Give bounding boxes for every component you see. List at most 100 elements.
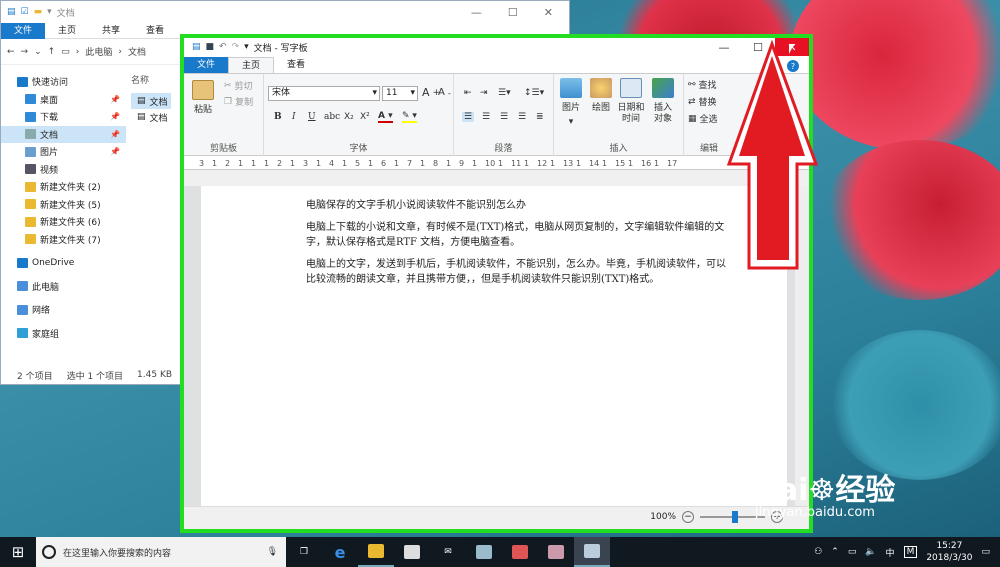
superscript-button[interactable]: X² xyxy=(360,112,370,122)
date-time-button[interactable]: 日期和时间 xyxy=(616,78,646,125)
file-row[interactable]: ▤ 文档 xyxy=(131,109,171,125)
pin-icon[interactable]: 📌 xyxy=(110,112,120,121)
ime-mode[interactable]: M xyxy=(903,546,918,558)
notification-icon[interactable]: ▭ xyxy=(981,547,990,557)
decrease-indent-button[interactable]: ⇤ xyxy=(464,88,472,98)
font-family-select[interactable]: 宋体 ▾ xyxy=(268,86,380,101)
sidebar-item[interactable]: 文档 📌 xyxy=(1,125,126,143)
file-row[interactable]: ▤ 文档 xyxy=(131,93,171,109)
align-center-button[interactable]: ☰ xyxy=(482,112,490,122)
taskbar-paint[interactable] xyxy=(538,537,574,567)
up-chevron-icon[interactable]: ⌃ xyxy=(831,547,839,557)
ruler[interactable]: 3 1 2 1 1 1 2 1 3 1 4 1 5 1 6 1 7 1 8 1 9 1 10 1 11 1 12 1 13 1 14 1 15 1… xyxy=(184,156,809,170)
microphone-icon[interactable]: 🎙 xyxy=(267,547,278,557)
save-icon[interactable]: ■ xyxy=(206,42,215,52)
justify-button[interactable]: ☰ xyxy=(518,112,526,122)
sidebar-item[interactable]: 此电脑 xyxy=(1,278,126,296)
tab-file[interactable]: 文件 xyxy=(184,57,229,73)
tab-view[interactable]: 查看 xyxy=(274,57,318,73)
sidebar-item[interactable]: 新建文件夹 (5) xyxy=(1,196,126,214)
maximize-button[interactable]: ☐ xyxy=(508,6,518,19)
highlight-button[interactable]: ✎ ▾ xyxy=(402,111,417,123)
dropdown-icon[interactable]: ▾ xyxy=(47,7,52,17)
tab-file[interactable]: 文件 xyxy=(1,22,46,39)
find-button[interactable]: ⚯ 查找 xyxy=(688,78,717,92)
breadcrumb-item[interactable]: 文档 xyxy=(128,45,146,58)
pin-icon[interactable]: 📌 xyxy=(110,95,120,104)
zoom-out-button[interactable]: − xyxy=(682,511,694,523)
tab-home[interactable]: 主页 xyxy=(45,23,89,39)
sidebar-item[interactable]: 家庭组 xyxy=(1,325,126,343)
line-spacing-button[interactable]: ↕☰▾ xyxy=(524,88,544,98)
increase-indent-button[interactable]: ⇥ xyxy=(480,88,488,98)
redo-icon[interactable]: ↷ xyxy=(232,42,240,52)
paint-drawing-button[interactable]: 绘图 xyxy=(590,78,612,114)
replace-button[interactable]: ⇄ 替换 xyxy=(688,95,717,109)
document-page[interactable]: 电脑保存的文字手机小说阅读软件不能识别怎么办 电脑上下载的小说和文章，有时候不是… xyxy=(201,186,787,506)
forward-icon[interactable]: → xyxy=(21,47,29,57)
taskbar-wordpad[interactable] xyxy=(574,537,610,567)
back-icon[interactable]: ← xyxy=(7,47,15,57)
cut-button[interactable]: ✂ 剪切 xyxy=(224,79,253,93)
strikethrough-button[interactable]: abc xyxy=(324,112,340,122)
taskbar-app[interactable] xyxy=(502,537,538,567)
network-icon[interactable]: ▭ xyxy=(848,547,857,557)
search-box[interactable]: 在这里输入你要搜索的内容 🎙 xyxy=(36,537,286,567)
italic-button[interactable]: I xyxy=(292,112,296,122)
pin-icon[interactable]: 📌 xyxy=(110,147,120,156)
insert-object-button[interactable]: 插入对象 xyxy=(650,78,676,125)
up-icon[interactable]: ↑ xyxy=(48,47,56,57)
sidebar-item[interactable]: OneDrive xyxy=(1,254,126,272)
paragraph-settings-button[interactable]: ≣ xyxy=(536,112,544,122)
task-view-button[interactable]: ❐ xyxy=(286,537,322,567)
pin-icon[interactable]: 📌 xyxy=(110,130,120,139)
sidebar-item[interactable]: 快速访问 xyxy=(1,73,126,91)
taskbar-edge[interactable]: e xyxy=(322,537,358,567)
ime-indicator[interactable]: 中 xyxy=(886,546,895,559)
bold-button[interactable]: B xyxy=(274,112,282,122)
sidebar-item[interactable]: 下载 📌 xyxy=(1,108,126,126)
align-left-button[interactable]: ☰ xyxy=(462,112,475,122)
shrink-font-button[interactable]: A- xyxy=(438,87,451,98)
clock[interactable]: 15:27 2018/3/30 xyxy=(926,540,972,564)
sidebar-item[interactable]: 视频 xyxy=(1,161,126,179)
sidebar-item[interactable]: 网络 xyxy=(1,301,126,319)
paste-button[interactable]: 粘贴 xyxy=(192,80,214,116)
tab-home[interactable]: 主页 xyxy=(228,57,275,73)
sidebar-item[interactable]: 新建文件夹 (7) xyxy=(1,231,126,249)
tab-share[interactable]: 共享 xyxy=(89,23,133,39)
chevron-down-icon[interactable]: ⌄ xyxy=(34,47,42,57)
sidebar-item[interactable]: 新建文件夹 (2) xyxy=(1,178,126,196)
copy-button[interactable]: ❐ 复制 xyxy=(224,95,253,109)
annotation-arrow xyxy=(726,40,819,270)
taskbar-mail[interactable]: ✉ xyxy=(430,537,466,567)
font-color-button[interactable]: A ▾ xyxy=(378,111,393,123)
sidebar-item[interactable]: 图片 📌 xyxy=(1,143,126,161)
tab-view[interactable]: 查看 xyxy=(133,23,177,39)
breadcrumb-item[interactable]: 此电脑 xyxy=(85,45,112,58)
bullets-button[interactable]: ☰▾ xyxy=(498,88,511,98)
close-button[interactable]: ✕ xyxy=(544,6,553,19)
taskbar-store[interactable] xyxy=(394,537,430,567)
start-button[interactable]: ⊞ xyxy=(0,537,36,567)
minimize-button[interactable]: — xyxy=(471,6,482,19)
sidebar-item[interactable]: 桌面 📌 xyxy=(1,91,126,109)
zoom-slider-thumb[interactable] xyxy=(732,511,738,523)
insert-picture-button[interactable]: 图片 ▾ xyxy=(560,78,582,128)
select-all-button[interactable]: ▦ 全选 xyxy=(688,112,718,126)
taskbar-app[interactable] xyxy=(466,537,502,567)
checkbox-icon[interactable]: ☑ xyxy=(21,7,29,17)
font-size-select[interactable]: 11 ▾ xyxy=(382,86,418,101)
sidebar-item[interactable]: 新建文件夹 (6) xyxy=(1,213,126,231)
cut-icon: ✂ xyxy=(224,80,232,91)
dropdown-icon[interactable]: ▾ xyxy=(244,42,249,52)
navigation-pane: 快速访问 桌面 📌 下载 📌 文档 📌 图片 📌 视频 新建文件夹 (2) 新建文件夹 (5) 新建文件… xyxy=(1,73,126,363)
volume-icon[interactable]: 🔈 xyxy=(865,547,876,557)
undo-icon[interactable]: ↶ xyxy=(219,42,227,52)
underline-button[interactable]: U xyxy=(308,112,316,122)
subscript-button[interactable]: X₂ xyxy=(344,112,354,122)
people-icon[interactable]: ⚇ xyxy=(814,547,822,557)
align-right-button[interactable]: ☰ xyxy=(500,112,508,122)
paint-icon xyxy=(590,78,612,98)
taskbar-explorer[interactable] xyxy=(358,537,394,567)
